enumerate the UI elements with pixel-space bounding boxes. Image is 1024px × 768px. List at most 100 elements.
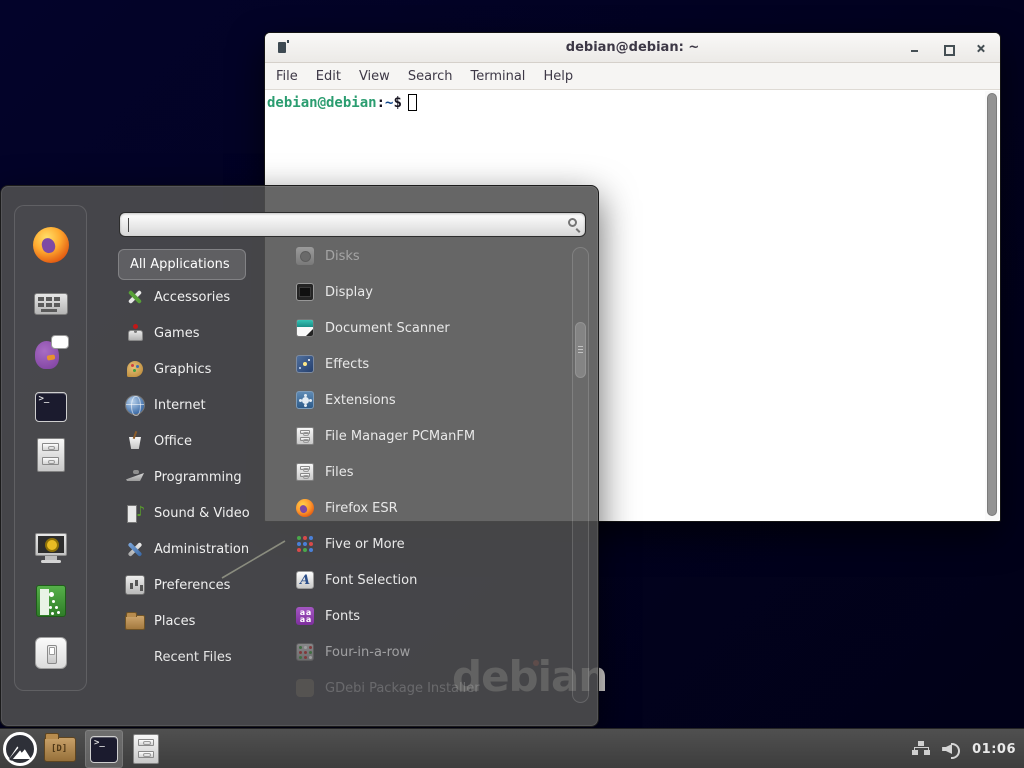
file-cabinet-icon [37, 438, 65, 472]
firefox-icon [33, 227, 69, 263]
category-label: Programming [154, 470, 242, 485]
terminal-scrollbar-track[interactable] [985, 91, 999, 520]
app-item-files[interactable]: Files [282, 454, 568, 490]
shut-down-button[interactable] [32, 634, 70, 672]
minimize-button[interactable] [909, 43, 920, 54]
terminal-scrollbar-thumb[interactable] [987, 93, 997, 516]
files-launcher[interactable] [133, 734, 159, 764]
app-label: Fonts [325, 609, 360, 624]
category-label: Sound & Video [154, 506, 250, 521]
app-label: Effects [325, 357, 369, 372]
log-out-button[interactable] [32, 582, 70, 620]
prompt-symbol: $ [393, 95, 401, 111]
menu-search[interactable]: Search [399, 65, 462, 88]
menu-file[interactable]: File [267, 65, 307, 88]
accessories-icon [125, 287, 145, 307]
file-cabinet-icon [296, 463, 314, 481]
app-item-pcmanfm[interactable]: File Manager PCManFM [282, 418, 568, 454]
menu-terminal[interactable]: Terminal [461, 65, 534, 88]
app-label: GDebi Package Installer [325, 681, 480, 696]
category-programming[interactable]: Programming [118, 459, 266, 495]
category-games[interactable]: Games [118, 315, 266, 351]
terminal-menubar: File Edit View Search Terminal Help [265, 63, 1000, 90]
display-icon [296, 283, 314, 301]
app-label: Document Scanner [325, 321, 450, 336]
app-item-document-scanner[interactable]: Document Scanner [282, 310, 568, 346]
terminal-window-button-active[interactable] [85, 730, 123, 768]
volume-icon[interactable] [942, 741, 960, 757]
category-places[interactable]: Places [118, 603, 266, 639]
category-label: Preferences [154, 578, 230, 593]
app-item-fonts[interactable]: Fonts [282, 598, 568, 634]
menu-edit[interactable]: Edit [307, 65, 350, 88]
app-list-scrollbar-track[interactable] [572, 247, 589, 703]
app-item-five-or-more[interactable]: Five or More [282, 526, 568, 562]
category-sound-video[interactable]: Sound & Video [118, 495, 266, 531]
app-label: Files [325, 465, 354, 480]
menu-help[interactable]: Help [534, 65, 582, 88]
category-label: Office [154, 434, 192, 449]
app-item-four-in-a-row[interactable]: Four-in-a-row [282, 634, 568, 670]
app-label: Five or More [325, 537, 405, 552]
close-button[interactable] [975, 43, 986, 54]
network-icon[interactable] [912, 741, 930, 757]
app-item-disks[interactable]: Disks [282, 238, 568, 274]
search-input[interactable] [120, 213, 585, 236]
category-office[interactable]: Office [118, 423, 266, 459]
font-selection-icon [296, 571, 314, 589]
menu-view[interactable]: View [350, 65, 399, 88]
folder-icon [125, 615, 145, 630]
app-item-firefox-esr[interactable]: Firefox ESR [282, 490, 568, 526]
terminal-launcher[interactable] [32, 388, 70, 426]
files-launcher[interactable] [32, 436, 70, 474]
search-icon [568, 218, 577, 227]
menu-button[interactable] [3, 732, 37, 766]
app-item-display[interactable]: Display [282, 274, 568, 310]
category-label: Graphics [154, 362, 211, 377]
log-out-icon [36, 585, 66, 617]
office-icon [125, 431, 145, 451]
lock-screen-icon [33, 533, 69, 565]
sound-video-icon [125, 503, 145, 523]
effects-icon [296, 355, 314, 373]
app-item-extensions[interactable]: Extensions [282, 382, 568, 418]
system-tray: 01:06 [912, 729, 1024, 768]
category-label: Administration [154, 542, 249, 557]
menu-search-box[interactable] [119, 212, 586, 237]
category-recent-files[interactable]: Recent Files [118, 639, 266, 675]
prompt-path: ~ [385, 95, 393, 111]
messenger-launcher[interactable] [32, 334, 70, 372]
prompt-user-host: debian@debian [267, 95, 377, 111]
clock[interactable]: 01:06 [972, 742, 1016, 757]
software-launcher[interactable] [32, 285, 70, 323]
category-label: Places [154, 614, 195, 629]
shell-prompt: debian@debian:~$ [267, 94, 417, 111]
app-item-effects[interactable]: Effects [282, 346, 568, 382]
scanner-icon [296, 319, 314, 337]
category-graphics[interactable]: Graphics [118, 351, 266, 387]
app-label: Font Selection [325, 573, 417, 588]
firefox-launcher[interactable] [32, 226, 70, 264]
file-cabinet-icon [296, 427, 314, 445]
app-list-scrollbar-thumb[interactable] [575, 322, 586, 378]
app-item-font-selection[interactable]: Font Selection [282, 562, 568, 598]
taskbar: 01:06 [0, 728, 1024, 768]
terminal-title: debian@debian: ~ [265, 40, 1000, 55]
terminal-titlebar[interactable]: debian@debian: ~ [265, 33, 1000, 63]
category-label: Games [154, 326, 199, 341]
lock-screen-button[interactable] [32, 530, 70, 568]
debian-folder-launcher[interactable] [44, 737, 76, 762]
category-preferences[interactable]: Preferences [118, 567, 266, 603]
programming-icon [125, 467, 145, 487]
category-internet[interactable]: Internet [118, 387, 266, 423]
maximize-button[interactable] [942, 43, 953, 54]
preferences-icon [125, 575, 145, 595]
prompt-colon: : [377, 95, 385, 111]
category-administration[interactable]: Administration [118, 531, 266, 567]
category-accessories[interactable]: Accessories [118, 279, 266, 315]
category-all-applications[interactable]: All Applications [118, 249, 246, 280]
app-item-gdebi[interactable]: GDebi Package Installer [282, 670, 568, 706]
gdebi-icon [296, 679, 314, 697]
games-icon [125, 323, 145, 343]
terminal-icon [90, 736, 118, 763]
